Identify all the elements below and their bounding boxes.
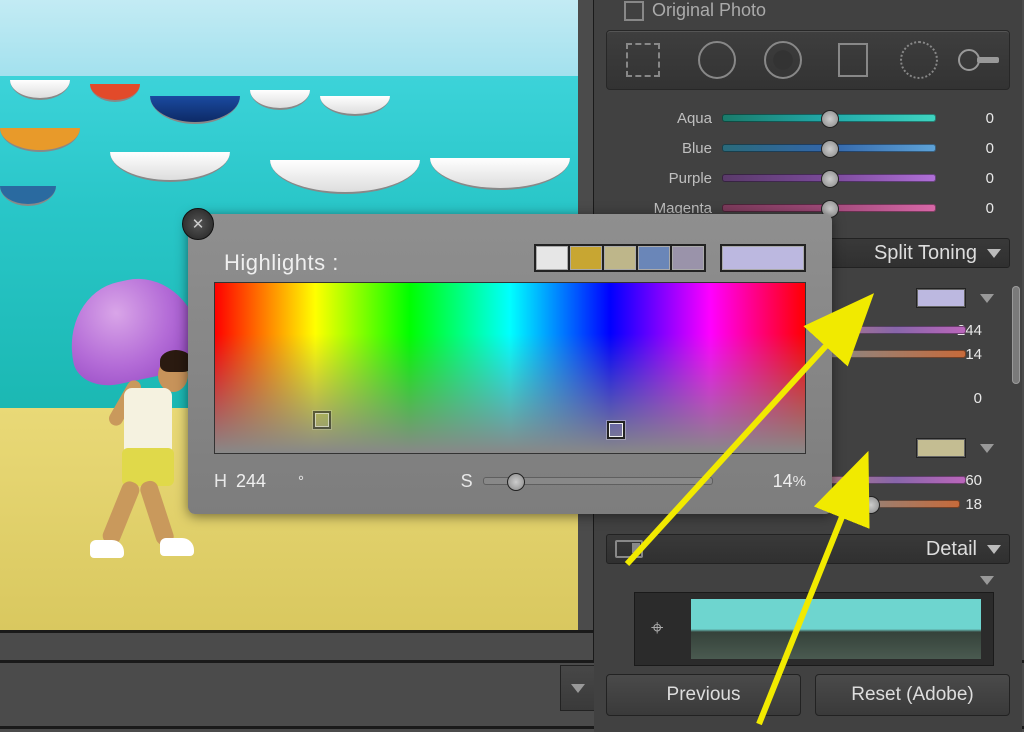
- hue-sat-spectrum[interactable]: [214, 282, 806, 454]
- checkbox-icon: [624, 1, 644, 21]
- brush-icon: [957, 45, 1001, 75]
- highlights-swatch-row: [916, 288, 994, 308]
- chevron-down-icon: [571, 684, 585, 693]
- preset-swatch[interactable]: [568, 244, 604, 272]
- slider-thumb[interactable]: [821, 170, 839, 188]
- photo-leg: [100, 479, 141, 547]
- original-photo-label: Original Photo: [652, 0, 766, 21]
- preset-swatch[interactable]: [636, 244, 672, 272]
- popover-bottom-row: H 244 ° S 14 %: [214, 468, 806, 494]
- highlights-hue-slider[interactable]: [826, 326, 966, 334]
- preset-swatch[interactable]: [670, 244, 706, 272]
- detail-disclosure[interactable]: [980, 576, 994, 585]
- slider-thumb[interactable]: [862, 496, 880, 514]
- sat-slider[interactable]: [483, 477, 713, 485]
- slider-label: Purple: [594, 170, 722, 187]
- split-toning-title: Split Toning: [874, 242, 977, 265]
- radial-icon: [900, 41, 938, 79]
- balance-value: 0: [974, 390, 982, 407]
- color-slider-purple: Purple 0: [594, 166, 994, 190]
- crop-icon: [626, 43, 660, 77]
- highlights-sat-value: 14: [965, 346, 982, 363]
- previous-label: Previous: [667, 684, 741, 706]
- radial-tool[interactable]: [895, 36, 943, 84]
- slider-track[interactable]: [722, 174, 936, 182]
- gradient-tool[interactable]: [829, 36, 877, 84]
- shadows-hue-value: 60: [965, 472, 982, 489]
- original-photo-toggle[interactable]: Original Photo: [624, 0, 766, 21]
- shadows-swatch[interactable]: [916, 438, 966, 458]
- highlights-swatch[interactable]: [916, 288, 966, 308]
- slider-track[interactable]: [722, 114, 936, 122]
- slider-value: 0: [936, 170, 994, 187]
- spot-tool[interactable]: [693, 36, 741, 84]
- hue-label: H: [214, 471, 236, 492]
- hue-unit: °: [298, 473, 304, 490]
- chevron-down-icon: [980, 444, 994, 453]
- slider-thumb[interactable]: [507, 473, 525, 491]
- photo-shoe: [90, 540, 124, 558]
- hue-value: 244: [236, 471, 298, 492]
- detail-thumbnail: [691, 599, 981, 659]
- preset-swatch[interactable]: [602, 244, 638, 272]
- shadows-hue-slider[interactable]: [826, 476, 966, 484]
- photo-leg: [138, 479, 176, 547]
- close-button[interactable]: ✕: [182, 208, 214, 240]
- rect-icon: [838, 43, 868, 77]
- photo-shoe: [160, 538, 194, 556]
- color-slider-aqua: Aqua 0: [594, 106, 994, 130]
- photo-person: [78, 288, 198, 558]
- sat-value: 14: [731, 471, 793, 492]
- color-slider-blue: Blue 0: [594, 136, 994, 160]
- highlights-sat-slider[interactable]: [826, 350, 966, 358]
- popover-title: Highlights :: [224, 250, 339, 276]
- redeye-tool[interactable]: [759, 36, 807, 84]
- chevron-down-icon: [980, 294, 994, 303]
- selected-swatch[interactable]: [720, 244, 806, 272]
- shadows-sat-value: 18: [965, 496, 982, 513]
- popover-pointer: [830, 318, 846, 346]
- detail-title: Detail: [926, 538, 977, 561]
- shadows-sat-slider[interactable]: [840, 500, 960, 508]
- slider-track[interactable]: [722, 144, 936, 152]
- bottom-buttons: Previous Reset (Adobe): [606, 674, 1010, 716]
- close-icon: ✕: [192, 215, 205, 233]
- slider-track[interactable]: [722, 204, 936, 212]
- crop-tool[interactable]: [619, 36, 667, 84]
- panel-switch-icon[interactable]: [615, 540, 643, 558]
- detail-header[interactable]: Detail: [606, 534, 1010, 564]
- sat-unit: %: [793, 473, 806, 490]
- preset-swatches: [536, 244, 706, 272]
- spectrum-marker[interactable]: [607, 421, 625, 439]
- slider-value: 0: [936, 200, 994, 217]
- filmstrip-toggle[interactable]: [560, 665, 596, 711]
- spectrum-marker-secondary[interactable]: [313, 411, 331, 429]
- chevron-down-icon: [987, 545, 1001, 554]
- highlights-color-popover: ✕ Highlights : H 244 ° S 14 %: [188, 214, 832, 514]
- reset-button[interactable]: Reset (Adobe): [815, 674, 1010, 716]
- shadows-swatch-row: [916, 438, 994, 458]
- slider-thumb[interactable]: [821, 140, 839, 158]
- preset-swatch[interactable]: [534, 244, 570, 272]
- slider-value: 0: [936, 140, 994, 157]
- chevron-down-icon: [987, 249, 1001, 258]
- slider-value: 0: [936, 110, 994, 127]
- slider-label: Blue: [594, 140, 722, 157]
- divider: [0, 630, 596, 633]
- sat-label: S: [461, 471, 483, 492]
- photo-sky: [0, 0, 578, 76]
- eye-icon: [764, 41, 802, 79]
- tool-strip: [606, 30, 1010, 90]
- scrollbar[interactable]: [1012, 286, 1020, 384]
- brush-tool[interactable]: [955, 36, 1003, 84]
- detail-picker-icon[interactable]: ⌖: [651, 615, 663, 641]
- chevron-down-icon: [980, 576, 994, 585]
- detail-preview[interactable]: ⌖: [634, 592, 994, 666]
- slider-thumb[interactable]: [821, 110, 839, 128]
- previous-button[interactable]: Previous: [606, 674, 801, 716]
- reset-label: Reset (Adobe): [851, 684, 974, 706]
- slider-label: Aqua: [594, 110, 722, 127]
- circle-icon: [698, 41, 736, 79]
